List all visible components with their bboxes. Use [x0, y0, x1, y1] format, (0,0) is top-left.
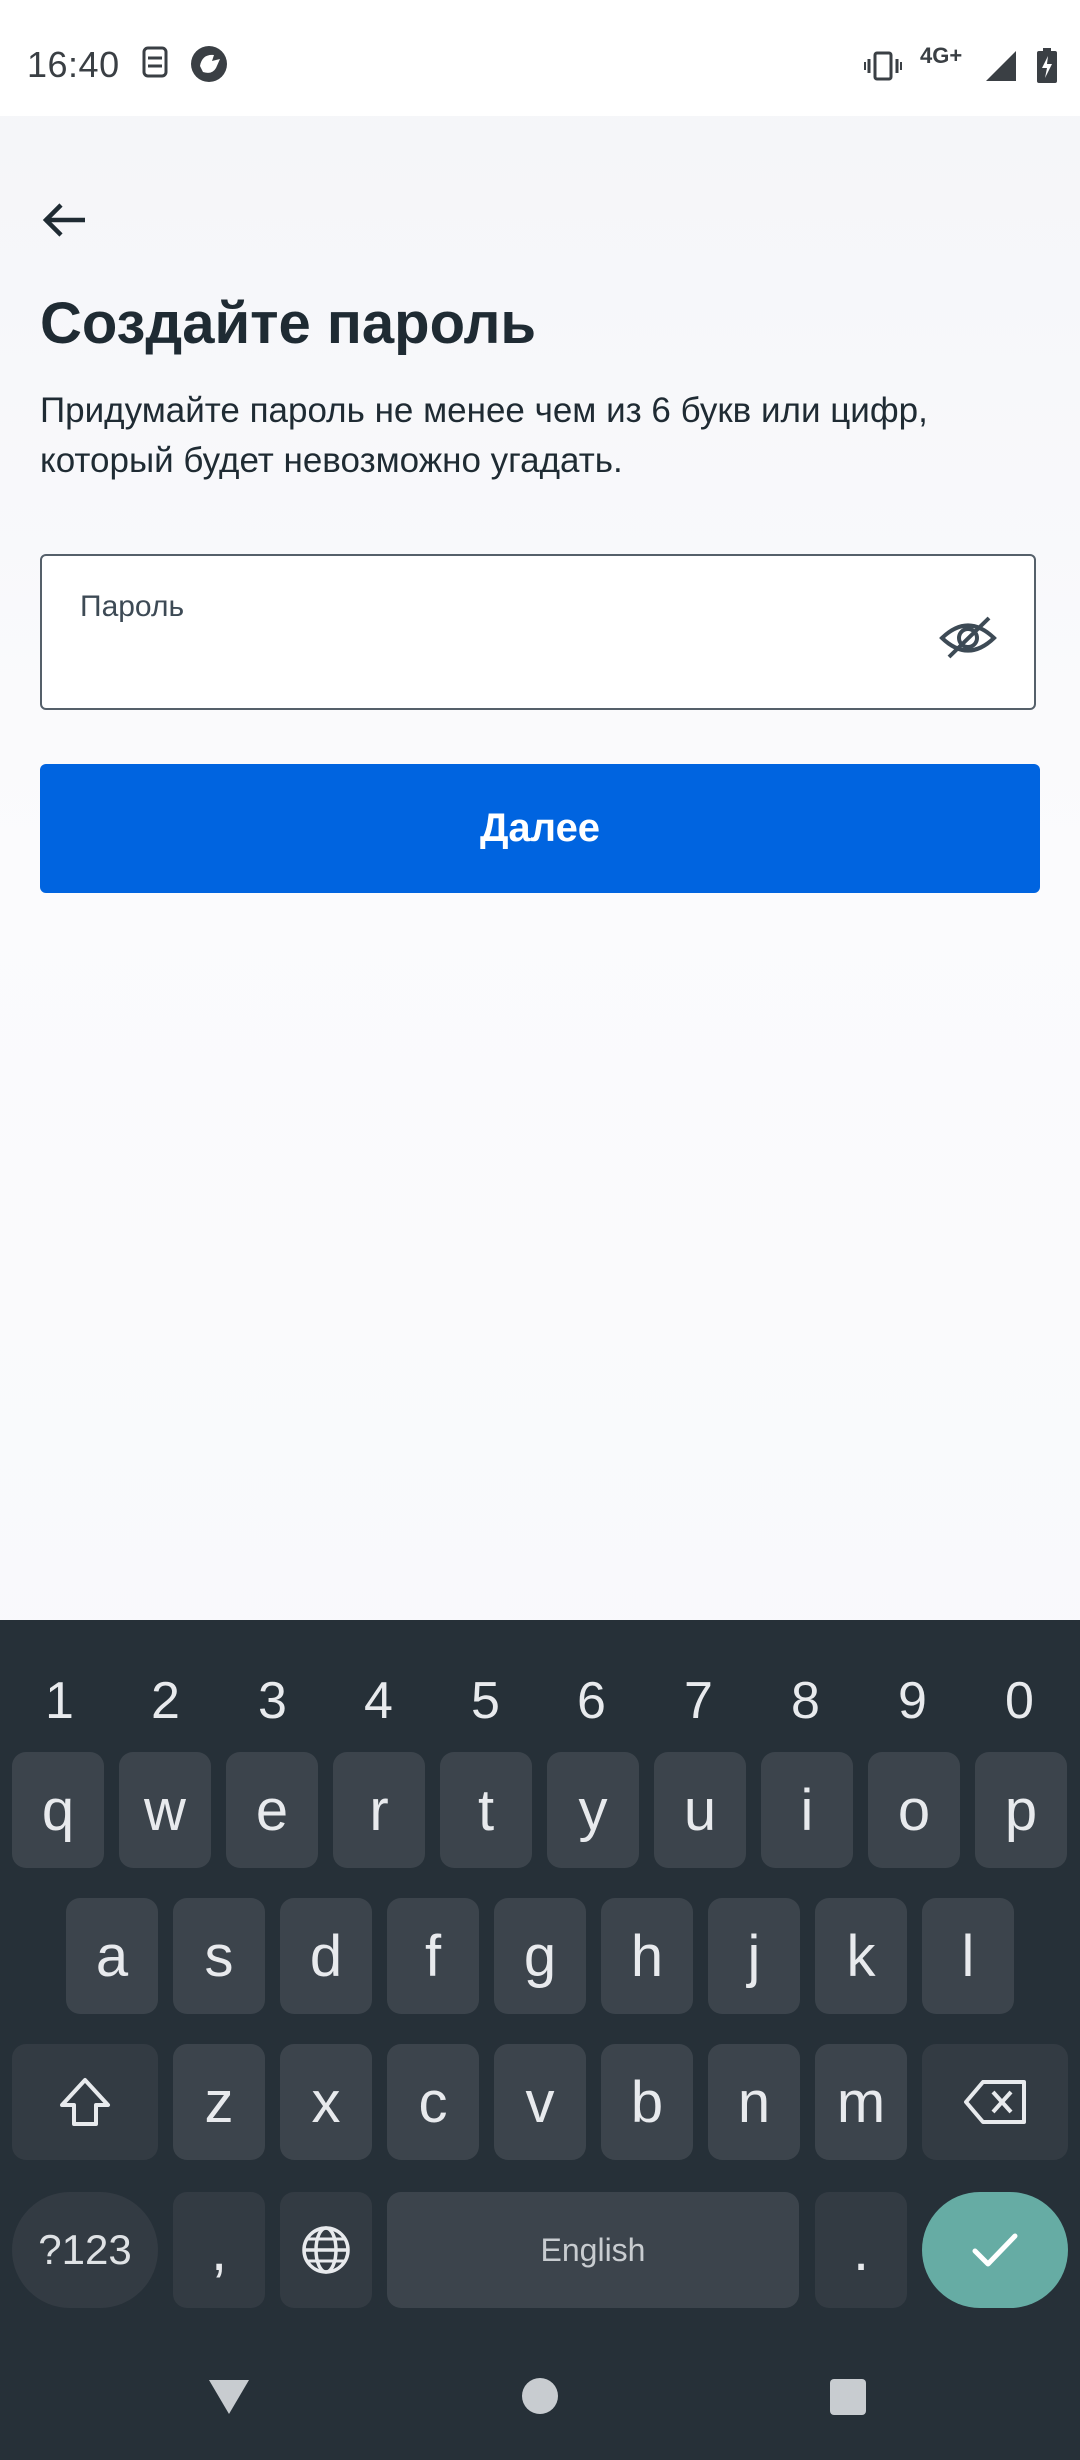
status-time: 16:40: [27, 44, 120, 85]
screenshot-sync-icon: [138, 44, 172, 85]
key-z[interactable]: z: [173, 2044, 265, 2160]
vibrate-icon: [864, 51, 902, 86]
triangle-back-icon: [209, 2380, 249, 2414]
key-c[interactable]: c: [387, 2044, 479, 2160]
key-n[interactable]: n: [708, 2044, 800, 2160]
battery-charging-icon: [1036, 48, 1058, 89]
key-4[interactable]: 4: [325, 1645, 432, 1757]
page-title: Создайте пароль: [40, 291, 537, 356]
key-9[interactable]: 9: [859, 1645, 966, 1757]
key-a[interactable]: a: [66, 1898, 158, 2014]
key-q[interactable]: q: [12, 1752, 104, 1868]
toggle-visibility-button[interactable]: [938, 608, 998, 668]
number-row: 1 2 3 4 5 6 7 8 9 0: [0, 1645, 1080, 1757]
network-indicator: 4G+: [920, 43, 966, 89]
keyboard: 1 2 3 4 5 6 7 8 9 0 q w e r t y u i o p …: [0, 1620, 1080, 2460]
password-input[interactable]: [80, 640, 904, 692]
key-g[interactable]: g: [494, 1898, 586, 2014]
symbols-key[interactable]: ?123: [12, 2192, 158, 2308]
network-type: 4G+: [920, 42, 963, 68]
key-3[interactable]: 3: [219, 1645, 326, 1757]
arrow-left-icon: [42, 203, 85, 237]
comma-key[interactable]: ,: [173, 2192, 265, 2308]
password-field[interactable]: Пароль: [40, 554, 1036, 710]
key-t[interactable]: t: [440, 1752, 532, 1868]
key-o[interactable]: o: [868, 1752, 960, 1868]
key-7[interactable]: 7: [645, 1645, 752, 1757]
checkmark-icon: [972, 2233, 1018, 2267]
key-s[interactable]: s: [173, 1898, 265, 2014]
circle-home-icon: [522, 2378, 558, 2414]
key-y[interactable]: y: [547, 1752, 639, 1868]
page-subtitle: Придумайте пароль не менее чем из 6 букв…: [40, 391, 928, 480]
navigation-bar: [0, 2340, 1080, 2460]
shift-key[interactable]: [12, 2044, 158, 2160]
app-notification-icon: [188, 44, 230, 89]
key-8[interactable]: 8: [752, 1645, 859, 1757]
backspace-key[interactable]: [922, 2044, 1068, 2160]
key-5[interactable]: 5: [432, 1645, 539, 1757]
key-v[interactable]: v: [494, 2044, 586, 2160]
language-key[interactable]: [280, 2192, 372, 2308]
space-key[interactable]: English: [387, 2192, 799, 2308]
key-f[interactable]: f: [387, 1898, 479, 2014]
eye-off-icon: [939, 616, 997, 659]
back-button[interactable]: [36, 192, 92, 248]
key-0[interactable]: 0: [966, 1645, 1073, 1757]
key-1[interactable]: 1: [6, 1645, 113, 1757]
key-x[interactable]: x: [280, 2044, 372, 2160]
key-h[interactable]: h: [601, 1898, 693, 2014]
key-l[interactable]: l: [922, 1898, 1014, 2014]
key-i[interactable]: i: [761, 1752, 853, 1868]
key-p[interactable]: p: [975, 1752, 1067, 1868]
key-m[interactable]: m: [815, 2044, 907, 2160]
nav-back-button[interactable]: [207, 2378, 251, 2421]
key-w[interactable]: w: [119, 1752, 211, 1868]
key-e[interactable]: e: [226, 1752, 318, 1868]
key-r[interactable]: r: [333, 1752, 425, 1868]
next-button[interactable]: Далее: [40, 764, 1040, 893]
key-k[interactable]: k: [815, 1898, 907, 2014]
nav-recents-button[interactable]: [829, 2378, 867, 2421]
enter-key[interactable]: [922, 2192, 1068, 2308]
globe-icon: [302, 2226, 350, 2274]
key-6[interactable]: 6: [538, 1645, 645, 1757]
key-d[interactable]: d: [280, 1898, 372, 2014]
shift-icon: [60, 2078, 110, 2126]
status-bar: 16:40 4G+: [0, 0, 1080, 116]
key-2[interactable]: 2: [112, 1645, 219, 1757]
key-j[interactable]: j: [708, 1898, 800, 2014]
key-b[interactable]: b: [601, 2044, 693, 2160]
password-label: Пароль: [80, 590, 185, 623]
square-recents-icon: [830, 2379, 866, 2415]
key-u[interactable]: u: [654, 1752, 746, 1868]
nav-home-button[interactable]: [521, 2377, 559, 2420]
backspace-icon: [964, 2080, 1026, 2124]
period-key[interactable]: .: [815, 2192, 907, 2308]
signal-icon: [984, 49, 1018, 88]
